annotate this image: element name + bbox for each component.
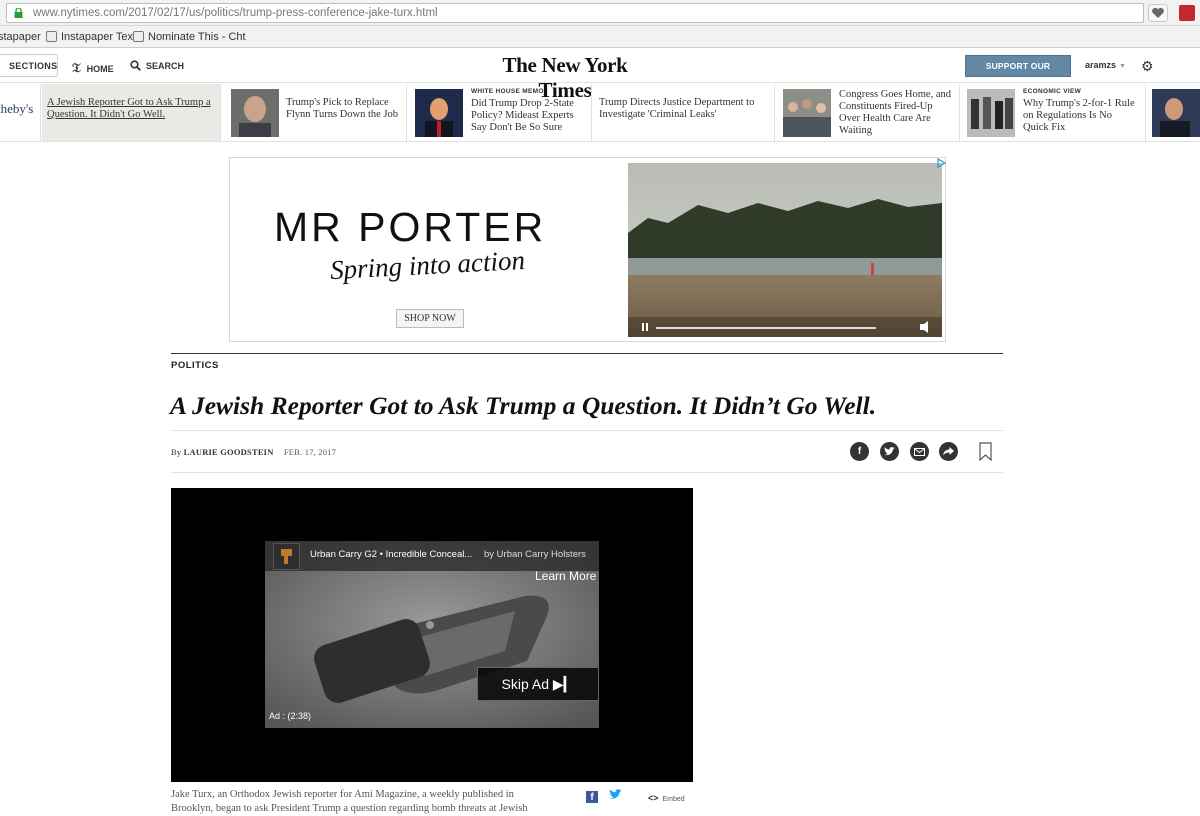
embed-button[interactable]: <> Embed (648, 793, 685, 803)
facebook-share-icon[interactable]: f (850, 442, 869, 461)
story-ribbon: theby's A Jewish Reporter Got to Ask Tru… (0, 84, 1200, 142)
thumbnail-image (1152, 89, 1200, 137)
bookmark-icon (133, 31, 144, 42)
ad-tagline: Spring into action (329, 244, 526, 286)
advertiser-logo-icon[interactable] (273, 543, 300, 570)
bookmark-instapaper-text[interactable]: Instapaper Text (46, 31, 136, 43)
video-ad-titlebar: Urban Carry G2 • Incredible Conceal... b… (265, 541, 599, 571)
more-share-icon[interactable] (939, 442, 958, 461)
byline: By LAURIE GOODSTEIN FEB. 17, 2017 (171, 447, 337, 457)
browser-toolbar: www.nytimes.com/2017/02/17/us/politics/t… (0, 0, 1200, 26)
advertisement[interactable]: MR PORTER Spring into action SHOP NOW (229, 157, 946, 342)
ad-video[interactable] (628, 163, 942, 337)
heart-icon[interactable] (1148, 4, 1168, 22)
thumbnail-image (967, 89, 1015, 137)
skip-ad-button[interactable]: Skip Ad ▶▎ (477, 667, 599, 701)
gear-icon[interactable]: ⚙ (1141, 58, 1154, 75)
ribbon-item[interactable]: Trump Directs Justice Department to Inve… (593, 84, 775, 141)
adchoices-icon[interactable] (936, 158, 946, 168)
ribbon-item[interactable]: ECONOMIC VIEW Why Trump's 2-for-1 Rule o… (961, 84, 1146, 141)
section-rule (171, 353, 1003, 354)
bookmark-icon (46, 31, 57, 42)
learn-more-link[interactable]: Learn More (535, 569, 596, 583)
video-player[interactable]: Urban Carry G2 • Incredible Conceal... b… (171, 488, 693, 782)
extension-icon[interactable] (1179, 5, 1195, 21)
bookmark-instapaper[interactable]: stapaper (0, 31, 41, 43)
ribbon-item[interactable] (1147, 84, 1200, 141)
ad-brand: MR PORTER (274, 204, 547, 250)
divider (171, 472, 1003, 473)
ribbon-item[interactable]: WHITE HOUSE MEMO Did Trump Drop 2-State … (408, 84, 592, 141)
ribbon-item[interactable]: Trump's Pick to Replace Flynn Turns Down… (222, 84, 407, 141)
shop-now-button[interactable]: SHOP NOW (396, 309, 464, 328)
thumbnail-image (783, 89, 831, 137)
publish-date: FEB. 17, 2017 (283, 447, 337, 457)
video-ad[interactable]: Urban Carry G2 • Incredible Conceal... b… (265, 541, 599, 728)
user-menu[interactable]: aramzs ▼ (1085, 60, 1126, 70)
twitter-share-icon[interactable] (880, 442, 899, 461)
search-link[interactable]: SEARCH (130, 60, 184, 71)
ribbon-sponsor[interactable]: theby's (0, 84, 41, 141)
video-ad-title[interactable]: Urban Carry G2 • Incredible Conceal... (310, 549, 472, 560)
divider (171, 430, 1003, 431)
author-link[interactable]: LAURIE GOODSTEIN (184, 447, 274, 457)
nyt-t-icon: 𝔗 (72, 60, 81, 75)
address-bar[interactable]: www.nytimes.com/2017/02/17/us/politics/t… (6, 3, 1144, 23)
lock-icon (14, 8, 23, 18)
search-icon (130, 60, 141, 71)
section-label[interactable]: POLITICS (171, 360, 219, 371)
chevron-down-icon: ▼ (1119, 63, 1126, 70)
video-ad-advertiser[interactable]: by Urban Carry Holsters (484, 549, 586, 560)
thumbnail-image (415, 89, 463, 137)
article-headline: A Jewish Reporter Got to Ask Trump a Que… (170, 391, 877, 420)
bookmark-nominate-this[interactable]: Nominate This - Cht (133, 31, 246, 43)
home-link[interactable]: 𝔗 HOME (72, 60, 114, 76)
site-header: SECTIONS 𝔗 HOME SEARCH The New York Times… (0, 49, 1200, 102)
sections-button[interactable]: SECTIONS (0, 54, 58, 77)
runner-figure (871, 263, 874, 275)
ribbon-item[interactable]: A Jewish Reporter Got to Ask Trump a Que… (42, 84, 221, 141)
facebook-icon[interactable]: f (586, 791, 598, 803)
support-button[interactable]: SUPPORT OUR MISSION (965, 55, 1071, 91)
twitter-icon[interactable] (609, 789, 622, 804)
thumbnail-image (231, 89, 279, 137)
ribbon-item[interactable]: Congress Goes Home, and Constituents Fir… (776, 84, 960, 141)
video-caption: Jake Turx, an Orthodox Jewish reporter f… (171, 789, 528, 814)
url-text: www.nytimes.com/2017/02/17/us/politics/t… (33, 7, 438, 19)
code-icon: <> (648, 793, 659, 803)
ad-countdown: Ad : (2:38) (269, 711, 312, 721)
email-share-icon[interactable] (910, 442, 929, 461)
bookmarks-bar: stapaper Instapaper Text Nominate This -… (0, 26, 1200, 48)
bookmark-save-icon[interactable] (979, 442, 992, 461)
